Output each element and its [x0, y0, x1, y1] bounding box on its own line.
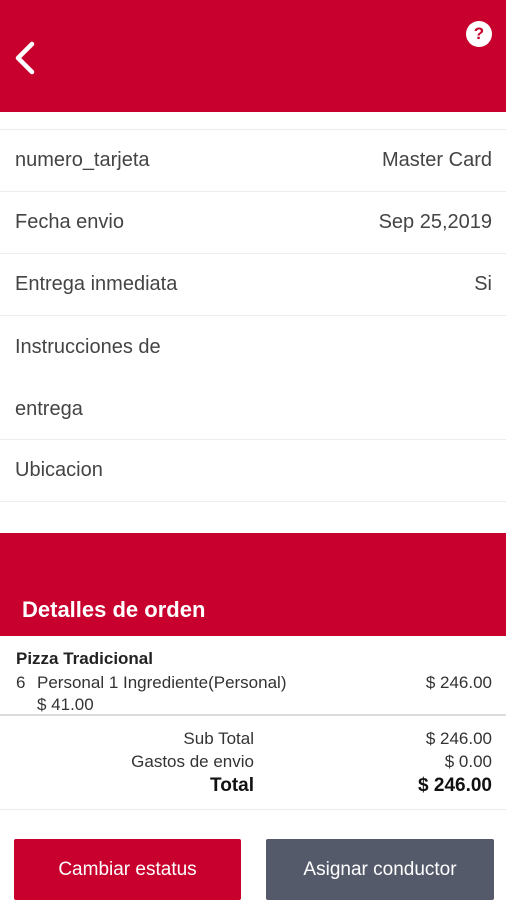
order-details-header: Detalles de orden — [0, 533, 506, 636]
chevron-left-icon[interactable] — [8, 38, 42, 78]
info-row-immediate: Entrega inmediata Si — [0, 254, 506, 316]
info-row-date: Fecha envio Sep 25,2019 — [0, 192, 506, 254]
info-label: Ubicacion — [15, 459, 103, 481]
order-totals: Sub Total $ 246.00 Gastos de envio $ 0.0… — [0, 716, 506, 810]
app-bar: ? — [0, 0, 506, 112]
product-name: Pizza Tradicional — [16, 649, 153, 668]
subtotal-value: $ 246.00 — [425, 729, 492, 748]
total-label: Total — [210, 775, 254, 796]
info-row-location: Ubicacion — [0, 440, 506, 502]
change-status-button[interactable]: Cambiar estatus — [14, 839, 241, 900]
help-icon[interactable]: ? — [466, 21, 492, 47]
order-info-list: numero_tarjeta Master Card Fecha envio S… — [0, 129, 506, 502]
order-item: Pizza Tradicional 6 Personal 1 Ingredien… — [0, 636, 506, 716]
total-value: $ 246.00 — [418, 775, 492, 796]
product-unit-price: $ 41.00 — [37, 695, 94, 714]
info-value: Si — [474, 273, 492, 295]
section-title: Detalles de orden — [22, 597, 206, 622]
info-label: Entrega inmediata — [15, 273, 178, 295]
product-quantity: 6 — [16, 673, 26, 692]
info-row-instructions: Instrucciones de entrega — [0, 316, 506, 440]
info-label: Instrucciones de entrega — [15, 336, 161, 420]
shipping-value: $ 0.00 — [444, 752, 492, 771]
assign-driver-button[interactable]: Asignar conductor — [266, 839, 494, 900]
product-line-total: $ 246.00 — [425, 673, 492, 692]
info-label: numero_tarjeta — [15, 149, 150, 171]
info-value: Master Card — [381, 149, 492, 171]
product-description: Personal 1 Ingrediente(Personal) — [37, 673, 287, 692]
info-label: Fecha envio — [15, 211, 124, 233]
shipping-label: Gastos de envio — [131, 752, 254, 771]
subtotal-label: Sub Total — [183, 729, 254, 748]
info-value: Sep 25,2019 — [378, 211, 492, 233]
info-row-card: numero_tarjeta Master Card — [0, 129, 506, 192]
